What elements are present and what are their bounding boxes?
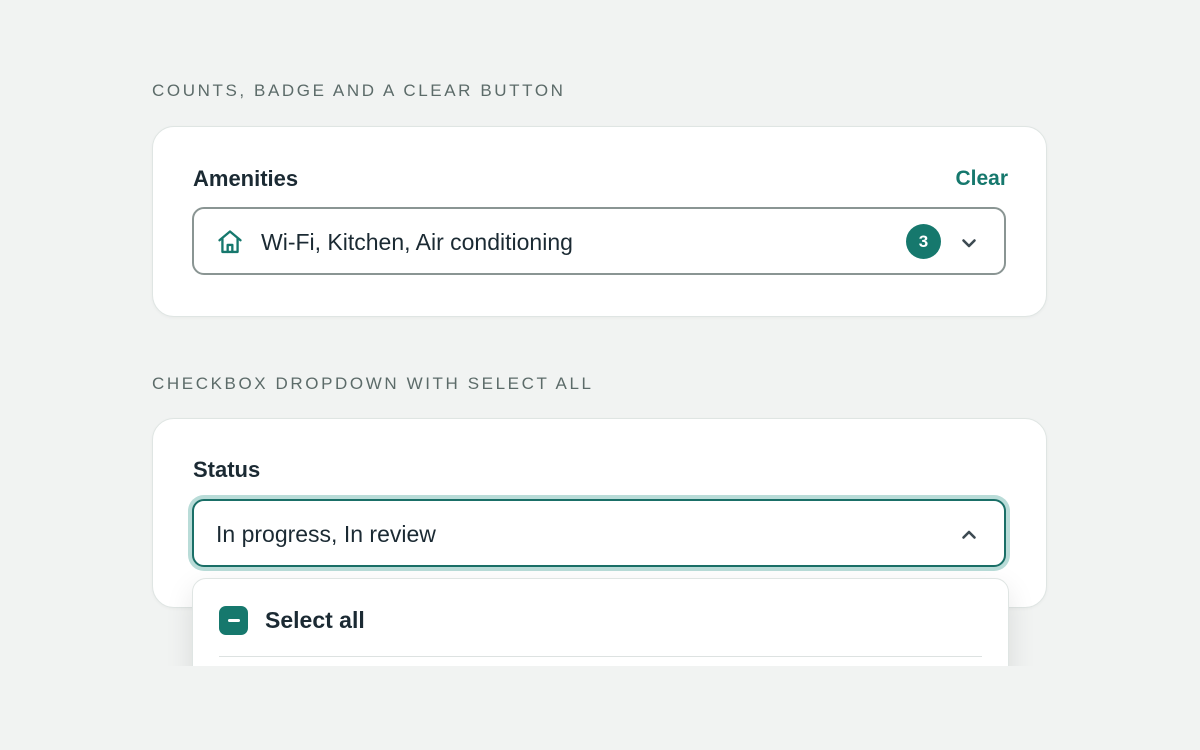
page-background	[0, 666, 1200, 750]
select-all-label[interactable]: Select all	[265, 607, 365, 634]
select-all-checkbox[interactable]	[219, 606, 248, 635]
section-heading-counts: COUNTS, BADGE AND A CLEAR BUTTON	[152, 81, 566, 100]
status-label: Status	[193, 457, 261, 482]
amenities-card: Amenities Clear Wi-Fi, Kitchen, Air cond…	[152, 126, 1047, 317]
status-select[interactable]: In progress, In review	[192, 499, 1006, 567]
amenities-select[interactable]: Wi-Fi, Kitchen, Air conditioning 3	[192, 207, 1006, 275]
home-icon	[218, 230, 242, 254]
status-value: In progress, In review	[216, 521, 436, 547]
count-badge: 3	[906, 224, 941, 259]
chevron-down-icon[interactable]	[959, 233, 979, 253]
chevron-up-icon[interactable]	[959, 525, 979, 545]
amenities-value: Wi-Fi, Kitchen, Air conditioning	[261, 229, 573, 255]
section-heading-checkbox: CHECKBOX DROPDOWN WITH SELECT ALL	[152, 374, 594, 393]
amenities-label: Amenities	[193, 166, 299, 191]
clear-button[interactable]: Clear	[955, 167, 1008, 191]
indeterminate-dash-icon	[227, 619, 240, 622]
divider	[219, 656, 982, 657]
